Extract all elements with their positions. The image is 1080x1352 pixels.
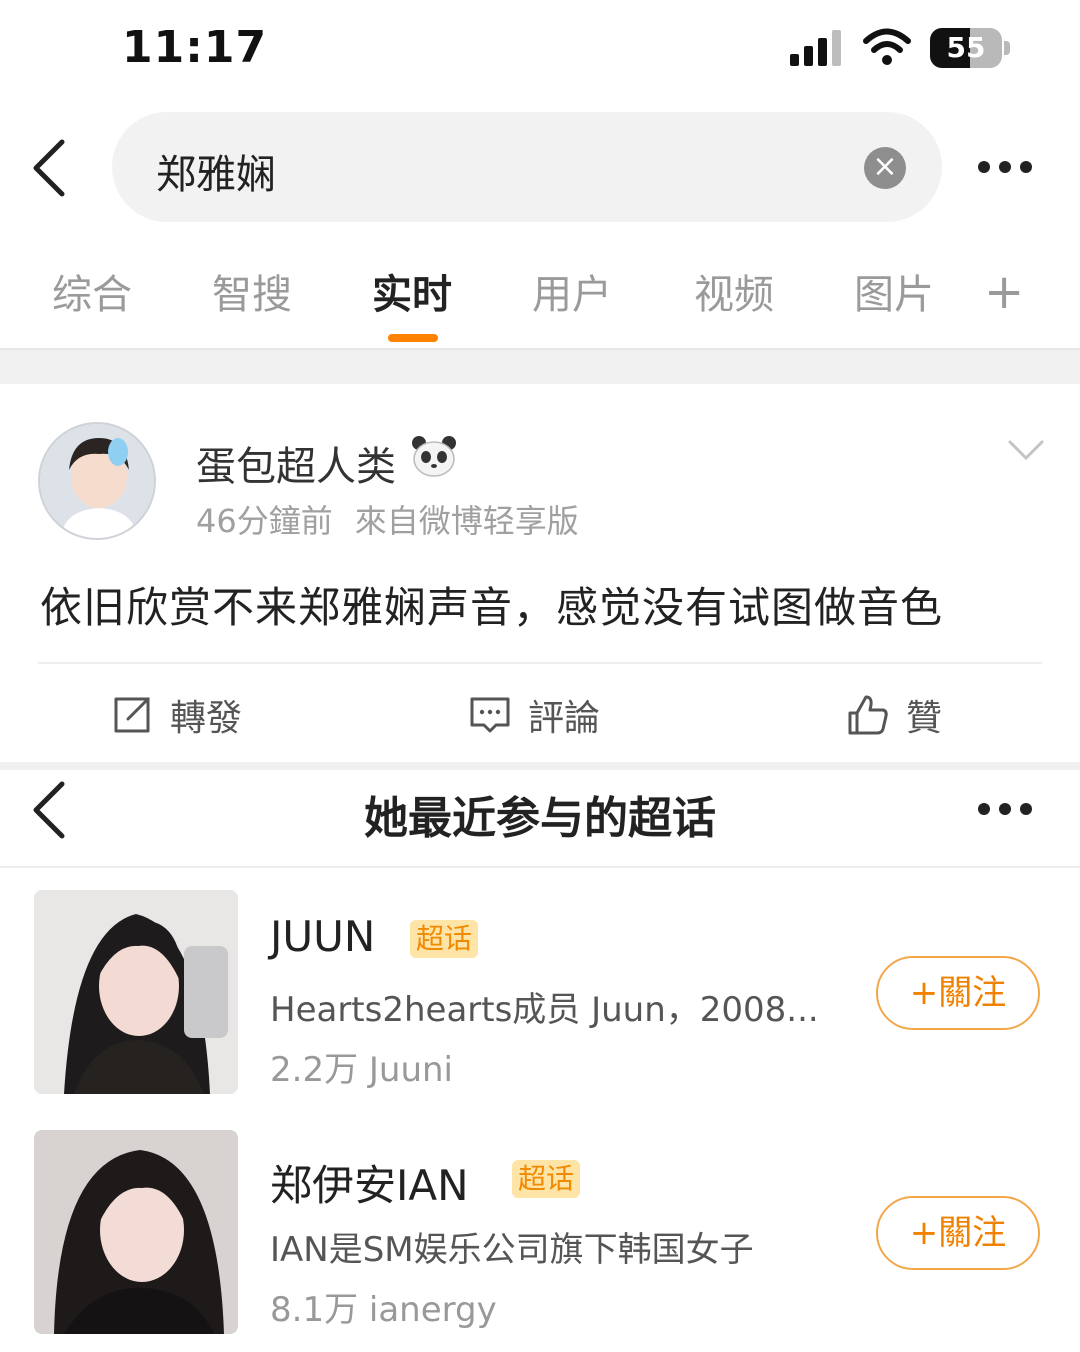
status-time: 11:17 — [122, 22, 268, 73]
topic-description: Hearts2hearts成员 Juun，2008... — [270, 990, 819, 1030]
topic-description: IAN是SM娱乐公司旗下韩国女子 — [270, 1230, 754, 1270]
tab-comprehensive[interactable]: 综合 — [52, 262, 132, 320]
topic-name: JUUN — [270, 912, 376, 961]
topic-thumbnail[interactable] — [34, 1130, 238, 1334]
comment-icon — [470, 697, 510, 733]
tab-realtime[interactable]: 实时 — [372, 262, 452, 320]
tab-images[interactable]: 图片 — [854, 262, 934, 320]
post-text: 依旧欣赏不来郑雅娴声音，感觉没有试图做音色 — [40, 583, 944, 632]
supertopic-badge: 超话 — [410, 920, 479, 958]
status-bar: 11:17 55 — [0, 0, 1080, 100]
clear-search-icon[interactable]: × — [864, 147, 906, 189]
topic-stats: 8.1万 ianergy — [270, 1290, 497, 1330]
back-icon[interactable] — [28, 136, 72, 200]
post-username[interactable]: 蛋包超人类 — [196, 434, 396, 492]
section-divider — [0, 348, 1080, 384]
active-tab-indicator — [388, 334, 438, 342]
tab-users[interactable]: 用户 — [532, 262, 612, 320]
tab-videos[interactable]: 视频 — [694, 262, 774, 320]
repost-label: 轉發 — [170, 698, 243, 739]
supertopic-badge: 超话 — [512, 1160, 581, 1198]
repost-icon — [114, 697, 150, 733]
thumbs-up-icon — [848, 695, 888, 735]
post-meta: 46分鐘前 來自微博轻享版 — [196, 496, 579, 542]
cellular-signal-icon — [790, 30, 841, 66]
comment-label: 評論 — [528, 698, 601, 739]
follow-button[interactable]: +關注 — [876, 1196, 1040, 1270]
search-input[interactable]: 郑雅娴 × — [112, 112, 942, 222]
search-tabs: 综合 智搜 实时 用户 视频 图片 — [0, 262, 1080, 352]
panda-icon — [412, 436, 456, 477]
chevron-down-icon[interactable] — [1006, 438, 1046, 462]
avatar[interactable] — [38, 422, 156, 540]
like-label: 贊 — [906, 698, 943, 739]
list-item[interactable]: 郑伊安IAN 超话 IAN是SM娱乐公司旗下韩国女子 8.1万 ianergy … — [0, 1130, 1080, 1340]
repost-button[interactable]: 轉發 — [110, 690, 242, 740]
panel-title: 她最近参与的超话 — [364, 793, 716, 844]
comment-button[interactable]: 評論 — [468, 690, 600, 740]
wifi-icon — [863, 28, 911, 65]
search-query: 郑雅娴 — [156, 152, 276, 198]
list-item[interactable]: JUUN 超话 Hearts2hearts成员 Juun，2008... 2.2… — [0, 890, 1080, 1100]
follow-button[interactable]: +關注 — [876, 956, 1040, 1030]
like-button[interactable]: 贊 — [846, 690, 942, 740]
section-divider — [0, 762, 1080, 770]
post-time: 46分鐘前 — [196, 502, 333, 540]
topic-stats: 2.2万 Juuni — [270, 1050, 453, 1090]
panel-divider — [0, 866, 1080, 868]
post-divider — [38, 662, 1042, 664]
battery-icon: 55 — [930, 28, 1012, 68]
battery-percent: 55 — [946, 31, 986, 64]
topic-name: 郑伊安IAN — [270, 1161, 469, 1210]
add-tab-icon[interactable]: + — [984, 268, 1024, 316]
more-options-icon[interactable] — [978, 158, 1042, 178]
panel-more-icon[interactable] — [978, 800, 1042, 820]
post-source: 來自微博轻享版 — [354, 502, 579, 540]
tab-smart-search[interactable]: 智搜 — [212, 262, 292, 320]
topic-thumbnail[interactable] — [34, 890, 238, 1094]
